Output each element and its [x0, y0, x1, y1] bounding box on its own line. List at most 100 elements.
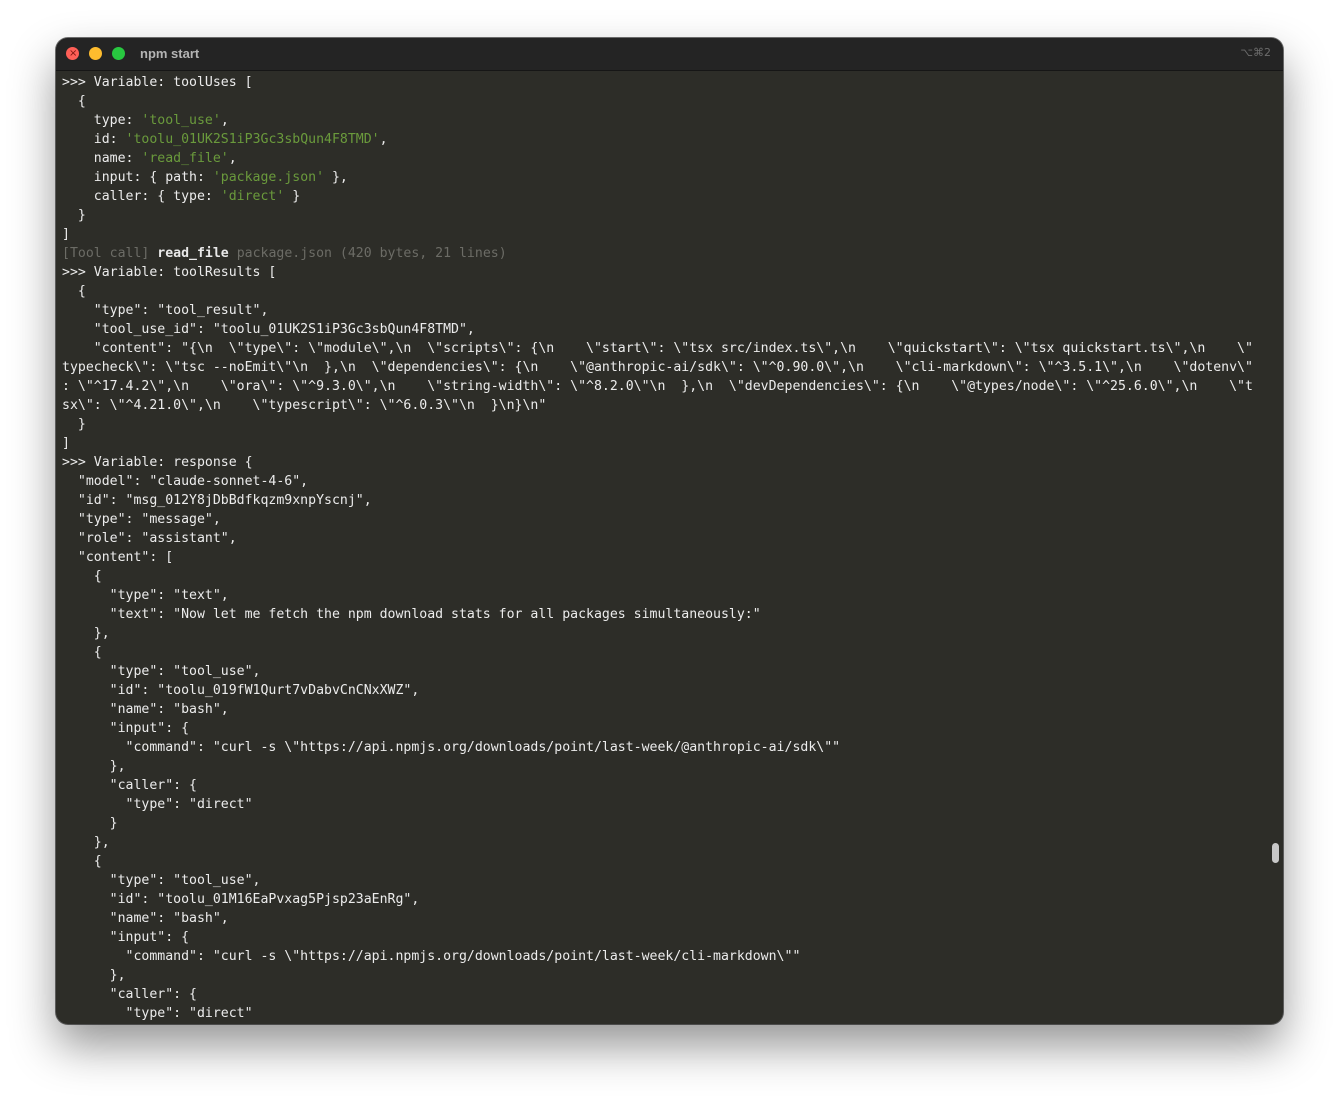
terminal-line: >>> Variable: response { — [62, 453, 1267, 472]
terminal-line: { — [62, 282, 1267, 301]
text-token: "model": "claude-sonnet-4-6", — [62, 474, 309, 489]
maximize-icon[interactable] — [112, 47, 125, 60]
minimize-icon[interactable] — [89, 47, 102, 60]
text-token: } — [62, 417, 86, 432]
terminal-line: "tool_use_id": "toolu_01UK2S1iP3Gc3sbQun… — [62, 320, 1267, 339]
terminal-line: "caller": { — [62, 776, 1267, 795]
text-token: "caller": { — [62, 987, 197, 1002]
text-token: } — [62, 816, 118, 831]
text-token: typecheck\": \"tsc --noEmit\"\n },\n \"d… — [62, 360, 1253, 375]
text-token: caller: { type: — [62, 189, 221, 204]
terminal-line: }, — [62, 757, 1267, 776]
terminal-line: "caller": { — [62, 985, 1267, 1004]
terminal-line: "name": "bash", — [62, 700, 1267, 719]
terminal-line: ] — [62, 225, 1267, 244]
terminal-line: ] — [62, 434, 1267, 453]
terminal-line: }, — [62, 966, 1267, 985]
terminal-line: "type": "tool_use", — [62, 662, 1267, 681]
terminal-line: "model": "claude-sonnet-4-6", — [62, 472, 1267, 491]
terminal-line: } — [62, 814, 1267, 833]
terminal-line: { — [62, 567, 1267, 586]
text-token: : \"^17.4.2\",\n \"ora\": \"^9.3.0\",\n … — [62, 379, 1253, 394]
text-token: type: — [62, 113, 142, 128]
close-glyph: × — [69, 48, 78, 59]
terminal-line: }, — [62, 833, 1267, 852]
text-token: "name": "bash", — [62, 702, 229, 717]
text-token: "type": "direct" — [62, 1006, 253, 1021]
terminal-line: "input": { — [62, 719, 1267, 738]
terminal-line: [Tool call] read_file package.json (420 … — [62, 244, 1267, 263]
scrollbar[interactable] — [1267, 71, 1283, 1024]
text-token: { — [62, 645, 102, 660]
text-token: "type": "message", — [62, 512, 221, 527]
text-token: "content": [ — [62, 550, 174, 565]
terminal-line: "role": "assistant", — [62, 529, 1267, 548]
terminal-line: >>> Variable: toolUses [ — [62, 73, 1267, 92]
terminal-window: × npm start ⌥⌘2 >>> Variable: toolUses [… — [56, 38, 1283, 1024]
terminal-line: "type": "direct" — [62, 1004, 1267, 1023]
terminal-line: "text": "Now let me fetch the npm downlo… — [62, 605, 1267, 624]
text-token: "tool_use_id": "toolu_01UK2S1iP3Gc3sbQun… — [62, 322, 475, 337]
text-token: "id": "toolu_019fW1Qurt7vDabvCnCNxXWZ", — [62, 683, 420, 698]
scrollbar-thumb[interactable] — [1272, 843, 1279, 863]
terminal-line: type: 'tool_use', — [62, 111, 1267, 130]
text-token: input: { path: — [62, 170, 213, 185]
text-token: "input": { — [62, 930, 190, 945]
text-token: "name": "bash", — [62, 911, 229, 926]
text-token: }, — [62, 626, 110, 641]
text-token: sx\": \"^4.21.0\",\n \"typescript\": \"^… — [62, 398, 547, 413]
terminal-line: input: { path: 'package.json' }, — [62, 168, 1267, 187]
text-token: id: — [62, 132, 126, 147]
terminal-line: } — [62, 415, 1267, 434]
string-token: 'tool_use' — [141, 113, 221, 128]
text-token: "role": "assistant", — [62, 531, 237, 546]
text-token: ] — [62, 227, 70, 242]
terminal-line: name: 'read_file', — [62, 149, 1267, 168]
terminal-line: { — [62, 92, 1267, 111]
window-title: npm start — [140, 46, 200, 61]
text-token: "type": "tool_result", — [62, 303, 269, 318]
terminal-line: typecheck\": \"tsc --noEmit\"\n },\n \"d… — [62, 358, 1267, 377]
tool-name-token: read_file — [157, 246, 229, 261]
text-token: "id": "msg_012Y8jDbBdfkqzm9xnpYscnj", — [62, 493, 372, 508]
text-token: "text": "Now let me fetch the npm downlo… — [62, 607, 761, 622]
text-token: { — [62, 854, 102, 869]
text-token: "id": "toolu_01M16EaPvxag5Pjsp23aEnRg", — [62, 892, 420, 907]
text-token: "content": "{\n \"type\": \"module\",\n … — [62, 341, 1253, 356]
string-token: 'package.json' — [212, 170, 325, 185]
text-token: { — [62, 284, 86, 299]
dim-token: package.json (420 bytes, 21 lines) — [228, 246, 507, 261]
text-token: , — [228, 151, 237, 166]
text-token: "caller": { — [62, 778, 197, 793]
terminal-line: "command": "curl -s \"https://api.npmjs.… — [62, 947, 1267, 966]
terminal-line: "input": { — [62, 928, 1267, 947]
text-token: >>> Variable: response { — [62, 455, 253, 470]
text-token: { — [62, 94, 86, 109]
terminal-line: sx\": \"^4.21.0\",\n \"typescript\": \"^… — [62, 396, 1267, 415]
terminal-line: { — [62, 852, 1267, 871]
dim-token: [Tool call] — [62, 246, 158, 261]
terminal-output[interactable]: >>> Variable: toolUses [ { type: 'tool_u… — [62, 73, 1267, 1024]
terminal-line: "id": "msg_012Y8jDbBdfkqzm9xnpYscnj", — [62, 491, 1267, 510]
terminal-line: id: 'toolu_01UK2S1iP3Gc3sbQun4F8TMD', — [62, 130, 1267, 149]
text-token: } — [284, 189, 301, 204]
text-token: ] — [62, 436, 70, 451]
text-token: , — [379, 132, 388, 147]
terminal-line: "content": "{\n \"type\": \"module\",\n … — [62, 339, 1267, 358]
text-token: name: — [62, 151, 142, 166]
close-icon[interactable]: × — [66, 47, 79, 60]
text-token: "command": "curl -s \"https://api.npmjs.… — [62, 949, 801, 964]
text-token: }, — [62, 968, 126, 983]
text-token: }, — [324, 170, 348, 185]
text-token: "type": "tool_use", — [62, 664, 261, 679]
text-token: "type": "tool_use", — [62, 873, 261, 888]
string-token: 'toolu_01UK2S1iP3Gc3sbQun4F8TMD' — [125, 132, 380, 147]
title-bar: × npm start ⌥⌘2 — [56, 38, 1283, 71]
text-token: }, — [62, 759, 126, 774]
text-token: { — [62, 569, 102, 584]
terminal-line: "type": "tool_result", — [62, 301, 1267, 320]
text-token: "command": "curl -s \"https://api.npmjs.… — [62, 740, 841, 755]
text-token: "type": "text", — [62, 588, 229, 603]
terminal-line: }, — [62, 624, 1267, 643]
tab-shortcut: ⌥⌘2 — [1240, 46, 1271, 59]
